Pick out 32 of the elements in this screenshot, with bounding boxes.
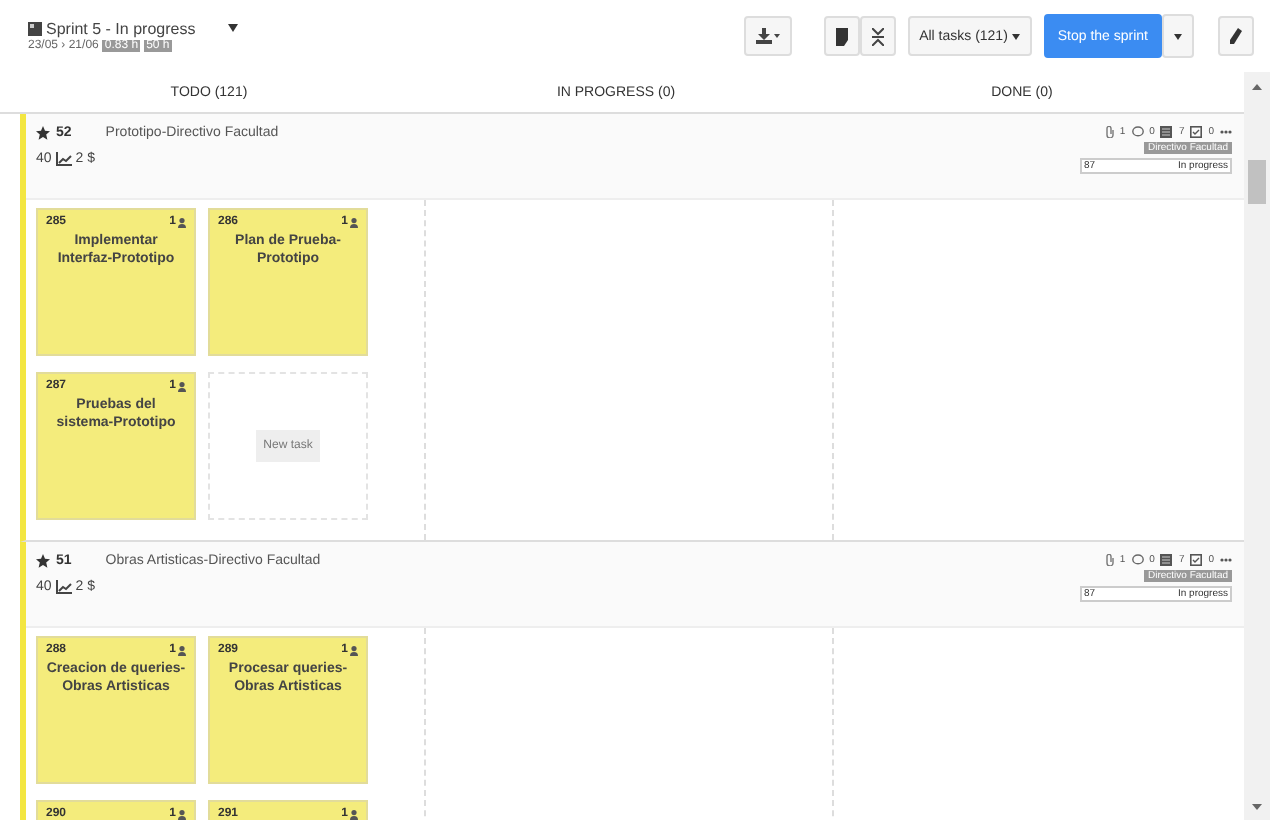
caret-icon[interactable] — [227, 24, 238, 32]
sprint-title: Sprint 5 - In progress — [46, 20, 196, 38]
edit-button[interactable] — [1218, 16, 1254, 56]
checklist-icon — [1190, 554, 1203, 566]
board-icon — [28, 22, 42, 36]
export-button[interactable] — [743, 16, 792, 56]
star-icon — [36, 554, 50, 568]
notes-button[interactable] — [823, 16, 860, 56]
list-icon — [1160, 126, 1173, 138]
comment-icon — [1131, 126, 1144, 138]
chart-icon — [55, 152, 72, 166]
paperclip-icon — [1105, 126, 1114, 138]
download-icon — [755, 28, 780, 44]
user-icon — [350, 217, 358, 227]
user-icon — [178, 381, 186, 391]
collapse-icon — [871, 27, 884, 45]
caret-icon — [1011, 33, 1020, 39]
user-icon — [178, 217, 186, 227]
user-icon — [178, 809, 186, 819]
caret-icon — [1174, 33, 1182, 39]
user-icon — [178, 645, 186, 655]
collapse-button[interactable] — [859, 16, 896, 56]
note-icon — [835, 27, 848, 45]
user-icon — [350, 809, 358, 819]
comment-icon — [1131, 554, 1144, 566]
paperclip-icon — [1105, 554, 1114, 566]
checklist-icon — [1190, 126, 1203, 138]
chart-icon — [55, 580, 72, 594]
list-icon — [1160, 554, 1173, 566]
user-icon — [350, 645, 358, 655]
star-icon — [36, 126, 50, 140]
pencil-icon — [1230, 28, 1242, 44]
